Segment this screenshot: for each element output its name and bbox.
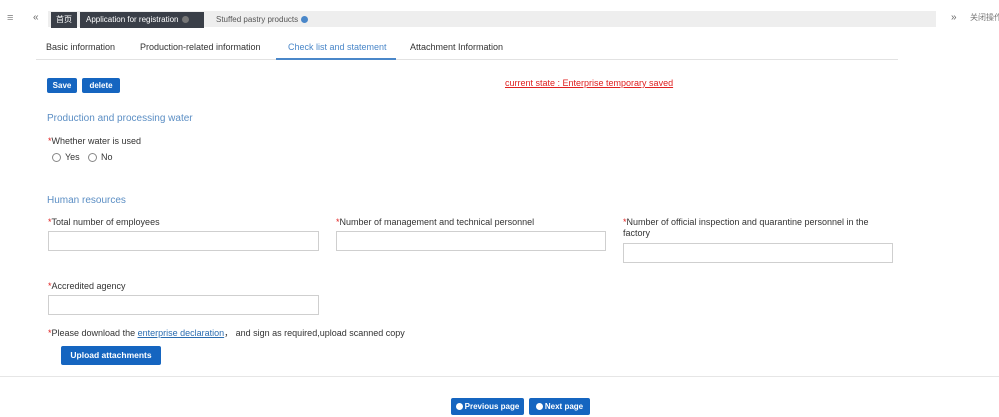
mgmt-personnel-text: Number of management and technical perso…: [339, 217, 535, 227]
inspection-personnel-input[interactable]: [623, 243, 893, 263]
next-page-label: Next page: [544, 402, 584, 411]
tab-attachment-information[interactable]: Attachment Information: [410, 42, 503, 52]
mgmt-personnel-input[interactable]: [336, 231, 606, 251]
total-employees-input[interactable]: [48, 231, 319, 251]
tab-production-related-information[interactable]: Production-related information: [140, 42, 261, 52]
radio-yes[interactable]: Yes: [52, 152, 80, 162]
save-button[interactable]: Save: [47, 78, 77, 93]
next-icon: [535, 403, 543, 411]
radio-circle-icon[interactable]: [52, 152, 61, 162]
close-operations-button[interactable]: 关闭操作: [970, 12, 999, 24]
tab-application-for-registration[interactable]: Application for registration: [80, 12, 204, 28]
accredited-agency-input[interactable]: [48, 295, 319, 315]
double-chevron-right-icon[interactable]: »: [951, 12, 957, 24]
mgmt-personnel-label: *Number of management and technical pers…: [336, 217, 534, 228]
divider: [0, 376, 999, 377]
previous-page-button[interactable]: Previous page: [451, 398, 524, 415]
next-page-button[interactable]: Next page: [529, 398, 590, 415]
inspection-personnel-label: *Number of official inspection and quara…: [623, 217, 888, 239]
accredited-agency-label: *Accredited agency: [48, 281, 126, 292]
total-employees-label: *Total number of employees: [48, 217, 160, 228]
enterprise-declaration-link[interactable]: enterprise declaration: [138, 328, 225, 338]
radio-label: Yes: [65, 152, 80, 162]
tab-bar: ≡ « 首页 Application for registration Stuf…: [0, 8, 999, 28]
tab-basic-information[interactable]: Basic information: [46, 42, 115, 52]
upload-attachments-button[interactable]: Upload attachments: [61, 346, 161, 365]
inspection-personnel-text: Number of official inspection and quaran…: [623, 217, 869, 238]
radio-label: No: [101, 152, 113, 162]
section-title-water: Production and processing water: [47, 113, 193, 124]
tab-label: Application for registration: [86, 15, 179, 24]
previous-page-label: Previous page: [464, 402, 520, 411]
current-state-link[interactable]: current state : Enterprise temporary sav…: [505, 78, 673, 88]
tab-label: Stuffed pastry products: [216, 15, 299, 24]
download-suffix: ， and sign as required,upload scanned co…: [224, 328, 405, 338]
download-instruction: *Please download the enterprise declarat…: [48, 328, 405, 339]
water-question-text: Whether water is used: [51, 136, 142, 146]
close-tab-icon[interactable]: [181, 16, 189, 24]
close-tab-icon[interactable]: [301, 16, 309, 24]
active-tab-indicator: [276, 58, 396, 60]
accredited-agency-text: Accredited agency: [51, 281, 126, 291]
tab-stuffed-pastry-products[interactable]: Stuffed pastry products: [210, 12, 314, 28]
tab-check-list-and-statement[interactable]: Check list and statement: [288, 42, 387, 52]
delete-button[interactable]: delete: [82, 78, 120, 93]
radio-no[interactable]: No: [88, 152, 113, 162]
download-prefix: Please download the: [51, 328, 138, 338]
menu-icon[interactable]: ≡: [7, 12, 17, 24]
previous-icon: [455, 403, 463, 411]
section-tabs: Basic information Production-related inf…: [36, 40, 898, 60]
total-employees-text: Total number of employees: [51, 217, 160, 227]
tab-home[interactable]: 首页: [51, 12, 77, 28]
water-question-label: *Whether water is used: [48, 136, 141, 147]
section-title-human-resources: Human resources: [47, 195, 126, 206]
radio-circle-icon[interactable]: [88, 152, 97, 162]
double-chevron-left-icon[interactable]: «: [33, 12, 39, 24]
